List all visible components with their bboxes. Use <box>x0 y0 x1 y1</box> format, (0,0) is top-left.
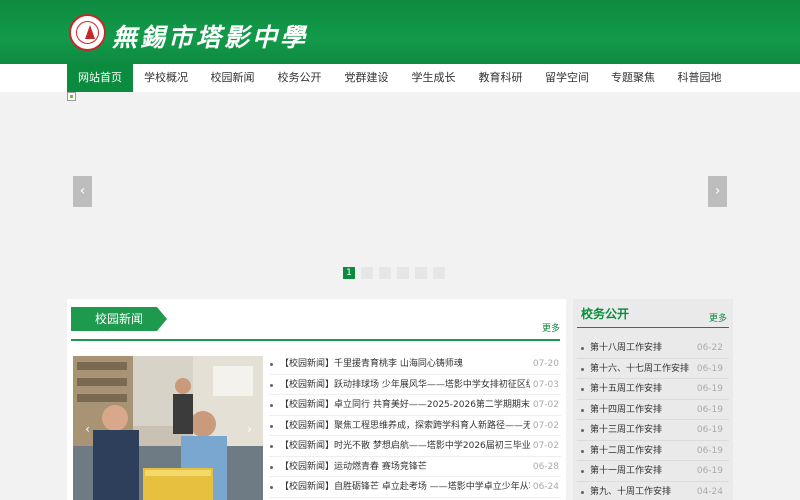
slider-dot-3[interactable] <box>379 267 391 279</box>
news-item[interactable]: 【校园新闻】运动燃青春 赛场竞锋芒 06-28 <box>269 457 561 477</box>
nav-item-home[interactable]: 网站首页 <box>67 64 133 92</box>
slider-dot-5[interactable] <box>415 267 427 279</box>
affairs-item-date: 06-19 <box>696 466 723 476</box>
nav-item-topics[interactable]: 专题聚焦 <box>600 64 666 92</box>
news-item-title[interactable]: 【校园新闻】千里援青育桃李 山海同心铸师魂 <box>280 357 530 371</box>
news-item-date: 06-24 <box>532 482 559 492</box>
slider-prev-button[interactable]: ‹ <box>73 176 92 207</box>
slider-dot-2[interactable] <box>361 267 373 279</box>
bullet-icon <box>270 383 273 387</box>
nav-item-science[interactable]: 科普园地 <box>666 64 733 92</box>
affairs-item[interactable]: 第十四周工作安排 06-19 <box>577 400 729 420</box>
slider-dot-1[interactable]: 1 <box>343 267 355 279</box>
affairs-item-title[interactable]: 第十二周工作安排 <box>590 444 662 458</box>
news-item[interactable]: 【校园新闻】跃动排球场 少年展风华——塔影中学女排初征区级排球赛场 07-03 <box>269 375 561 395</box>
bullet-icon <box>581 470 584 473</box>
affairs-item-title[interactable]: 第十一周工作安排 <box>590 464 662 478</box>
news-item[interactable]: 【校园新闻】卓立同行 共育美好——2025-2026第二学期期末结束工作会议 0… <box>269 395 561 416</box>
affairs-item[interactable]: 第十八周工作安排 06-22 <box>577 338 729 359</box>
affairs-item[interactable]: 第十一周工作安排 06-19 <box>577 461 729 482</box>
nav-item-about[interactable]: 学校概况 <box>133 64 199 92</box>
affairs-item-date: 04-24 <box>696 486 723 497</box>
affairs-panel-title[interactable]: 校务公开 <box>581 305 629 322</box>
nav-item-affairs[interactable]: 校务公开 <box>266 64 333 92</box>
affairs-item-title[interactable]: 第十五周工作安排 <box>590 382 662 396</box>
affairs-item-title[interactable]: 第十六、十七周工作安排 <box>590 362 689 376</box>
banner-slider: ‹ › 1 <box>67 92 733 288</box>
tower-icon <box>85 25 95 39</box>
bullet-icon <box>581 367 584 371</box>
bullet-icon <box>270 363 273 366</box>
news-item-title[interactable]: 【校园新闻】卓立同行 共育美好——2025-2026第二学期期末结束工作会议 <box>280 398 530 412</box>
bullet-icon <box>270 404 273 407</box>
nav-item-news[interactable]: 校园新闻 <box>199 64 266 92</box>
bullet-icon <box>581 449 584 453</box>
news-item-date: 07-02 <box>532 441 559 451</box>
affairs-item-date: 06-19 <box>696 384 723 394</box>
bullet-icon <box>581 388 584 391</box>
news-item[interactable]: 【校园新闻】自胜砺锋芒 卓立赴考场 ——塔影中学卓立少年从容出征2... 06-… <box>269 477 561 498</box>
broken-image-icon <box>67 92 76 101</box>
news-item-title[interactable]: 【校园新闻】时光不散 梦想启航——塔影中学2026届初三毕业典礼 <box>280 439 530 453</box>
bullet-icon <box>270 445 273 448</box>
photo-next-button[interactable]: › <box>243 419 256 439</box>
nav-item-research[interactable]: 教育科研 <box>467 64 534 92</box>
affairs-item-date: 06-19 <box>696 425 723 435</box>
news-item-date: 06-28 <box>532 461 559 472</box>
affairs-item-title[interactable]: 第十八周工作安排 <box>590 341 662 355</box>
bullet-icon <box>581 408 584 412</box>
affairs-item-date: 06-19 <box>696 404 723 415</box>
bullet-icon <box>581 490 584 494</box>
main-nav: 网站首页 学校概况 校园新闻 校务公开 党群建设 学生成长 教育科研 留学空间 … <box>0 64 800 92</box>
bullet-icon <box>581 347 584 350</box>
news-item-title[interactable]: 【校园新闻】跃动排球场 少年展风华——塔影中学女排初征区级排球赛场 <box>280 378 530 392</box>
affairs-item-date: 06-19 <box>696 363 723 374</box>
news-item[interactable]: 【校园新闻】千里援青育桃李 山海同心铸师魂 07-20 <box>269 354 561 375</box>
affairs-item-title[interactable]: 第十三周工作安排 <box>590 423 662 437</box>
classroom-photo-illustration <box>73 356 263 500</box>
news-item-date: 07-20 <box>532 359 559 369</box>
campus-news-panel: 校园新闻 更多 ‹ › 【校园新闻】千里援青育桃李 山海同心铸师魂 07-20 … <box>67 299 566 500</box>
news-item-date: 07-03 <box>532 379 559 390</box>
school-seal-logo[interactable] <box>69 14 106 51</box>
news-photo[interactable]: ‹ › <box>73 356 263 500</box>
school-name[interactable]: 無錫市塔影中學 <box>112 18 308 54</box>
nav-item-party[interactable]: 党群建设 <box>333 64 400 92</box>
news-panel-tab[interactable]: 校园新闻 <box>71 307 167 331</box>
affairs-item[interactable]: 第十二周工作安排 06-19 <box>577 441 729 461</box>
news-item-title[interactable]: 【校园新闻】运动燃青春 赛场竞锋芒 <box>280 460 530 474</box>
affairs-item[interactable]: 第十三周工作安排 06-19 <box>577 420 729 441</box>
bullet-icon <box>270 486 273 489</box>
slider-dot-4[interactable] <box>397 267 409 279</box>
photo-prev-button[interactable]: ‹ <box>81 419 94 439</box>
slider-next-button[interactable]: › <box>708 176 727 207</box>
news-item-title[interactable]: 【校园新闻】自胜砺锋芒 卓立赴考场 ——塔影中学卓立少年从容出征2... <box>280 480 530 494</box>
slider-dot-6[interactable] <box>433 267 445 279</box>
site-header: 無錫市塔影中學 <box>0 0 800 64</box>
nav-item-study-abroad[interactable]: 留学空间 <box>534 64 600 92</box>
news-item-title[interactable]: 【校园新闻】聚焦工程思维养成，探索跨学科育人新路径——无锡市塔... <box>280 419 530 433</box>
affairs-item[interactable]: 第十五周工作安排 06-19 <box>577 379 729 400</box>
affairs-more-link[interactable]: 更多 <box>709 311 727 324</box>
news-item[interactable]: 【校园新闻】时光不散 梦想启航——塔影中学2026届初三毕业典礼 07-02 <box>269 436 561 457</box>
nav-item-students[interactable]: 学生成长 <box>400 64 467 92</box>
bullet-icon <box>270 424 273 428</box>
news-more-link[interactable]: 更多 <box>542 321 560 334</box>
news-item[interactable]: 【校园新闻】聚焦工程思维养成，探索跨学科育人新路径——无锡市塔... 07-02 <box>269 416 561 436</box>
school-affairs-panel: 校务公开 更多 第十八周工作安排 06-22 第十六、十七周工作安排 06-19… <box>573 299 733 500</box>
divider <box>71 339 560 341</box>
affairs-item-title[interactable]: 第九、十周工作安排 <box>590 485 671 499</box>
bullet-icon <box>581 429 584 432</box>
divider <box>577 327 729 328</box>
affairs-item-date: 06-19 <box>696 445 723 456</box>
news-item-date: 07-02 <box>532 420 559 431</box>
news-item-date: 07-02 <box>532 400 559 410</box>
affairs-item-date: 06-22 <box>696 343 723 353</box>
affairs-item-title[interactable]: 第十四周工作安排 <box>590 403 662 417</box>
affairs-item[interactable]: 第九、十周工作安排 04-24 <box>577 482 729 500</box>
affairs-item[interactable]: 第十六、十七周工作安排 06-19 <box>577 359 729 379</box>
bullet-icon <box>270 465 273 469</box>
